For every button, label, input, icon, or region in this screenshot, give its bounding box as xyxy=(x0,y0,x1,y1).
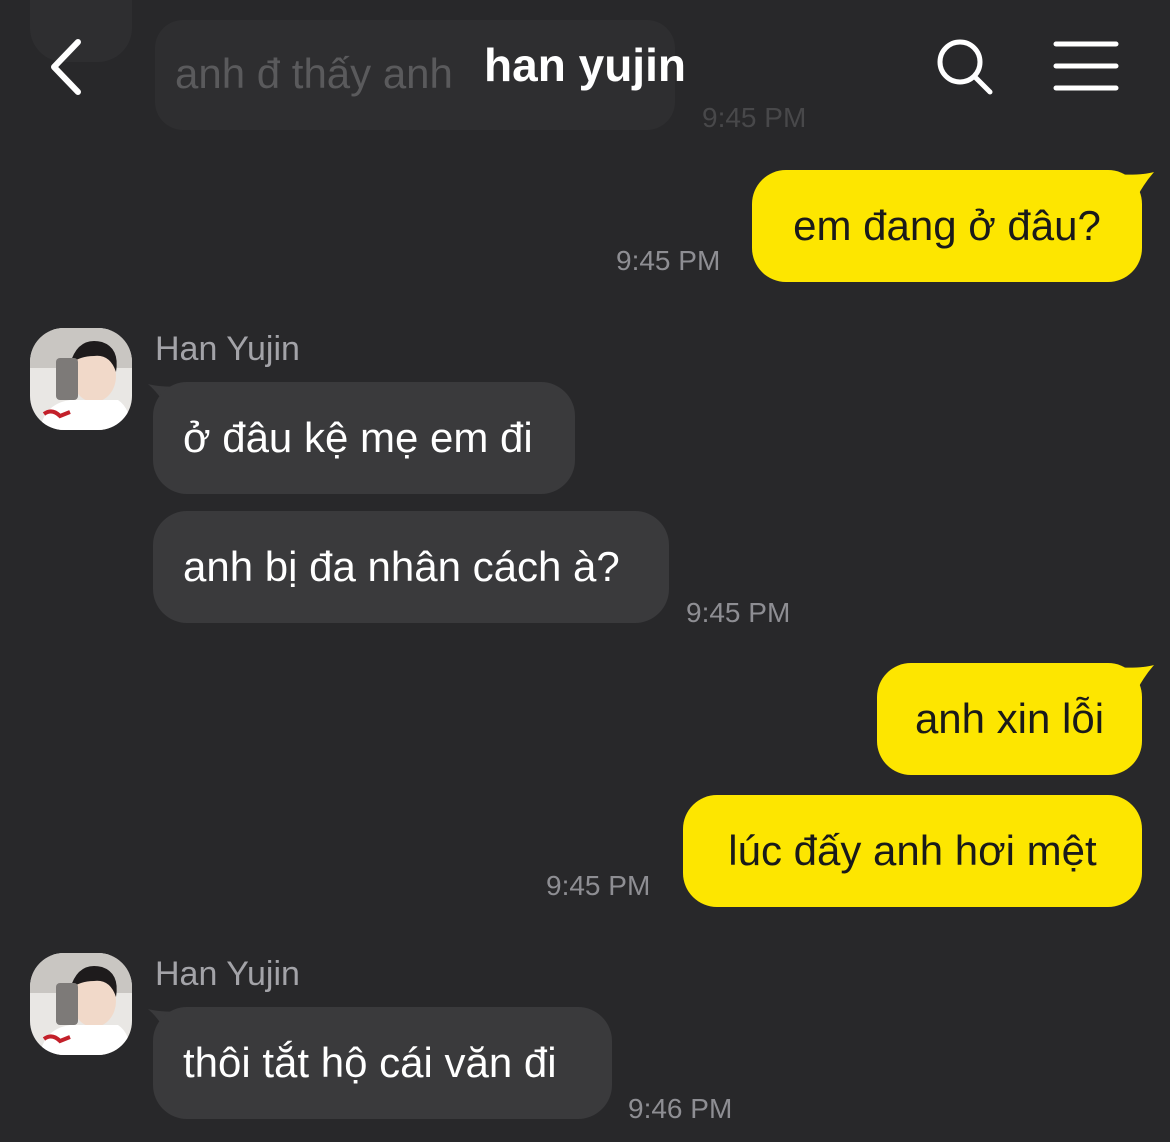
message-text: ở đâu kệ mẹ em đi xyxy=(183,414,533,461)
menu-button[interactable] xyxy=(1052,40,1120,92)
message-text: lúc đấy anh hơi mệt xyxy=(728,827,1097,874)
hamburger-menu-icon xyxy=(1053,41,1119,91)
sender-name: Han Yujin xyxy=(155,330,300,368)
outgoing-message-bubble[interactable]: anh xin lỗi xyxy=(877,663,1142,775)
ghost-message-time: 9:45 PM xyxy=(702,102,807,133)
incoming-message-bubble[interactable]: anh bị đa nhân cách à? xyxy=(153,511,669,623)
profile-photo xyxy=(30,953,132,1055)
message-text: anh bị đa nhân cách à? xyxy=(183,543,620,590)
message-timestamp: 9:45 PM xyxy=(686,597,791,628)
message-text: thôi tắt hộ cái văn đi xyxy=(183,1039,557,1086)
message-timestamp: 9:45 PM xyxy=(616,245,721,276)
incoming-message-bubble[interactable]: thôi tắt hộ cái văn đi xyxy=(153,1007,612,1119)
incoming-message-bubble[interactable]: ở đâu kệ mẹ em đi xyxy=(153,382,575,494)
message-timestamp: 9:46 PM xyxy=(628,1093,733,1124)
sender-name: Han Yujin xyxy=(155,955,300,993)
profile-photo xyxy=(30,328,132,430)
outgoing-message-bubble[interactable]: lúc đấy anh hơi mệt xyxy=(683,795,1142,907)
message-timestamp: 9:45 PM xyxy=(546,870,651,901)
avatar[interactable] xyxy=(30,328,132,430)
message-text: anh xin lỗi xyxy=(914,695,1105,742)
message-text: em đang ở đâu? xyxy=(793,202,1101,249)
outgoing-message-bubble[interactable]: em đang ở đâu? xyxy=(752,170,1142,282)
avatar[interactable] xyxy=(30,953,132,1055)
search-icon xyxy=(937,39,993,95)
search-button[interactable] xyxy=(934,36,996,98)
